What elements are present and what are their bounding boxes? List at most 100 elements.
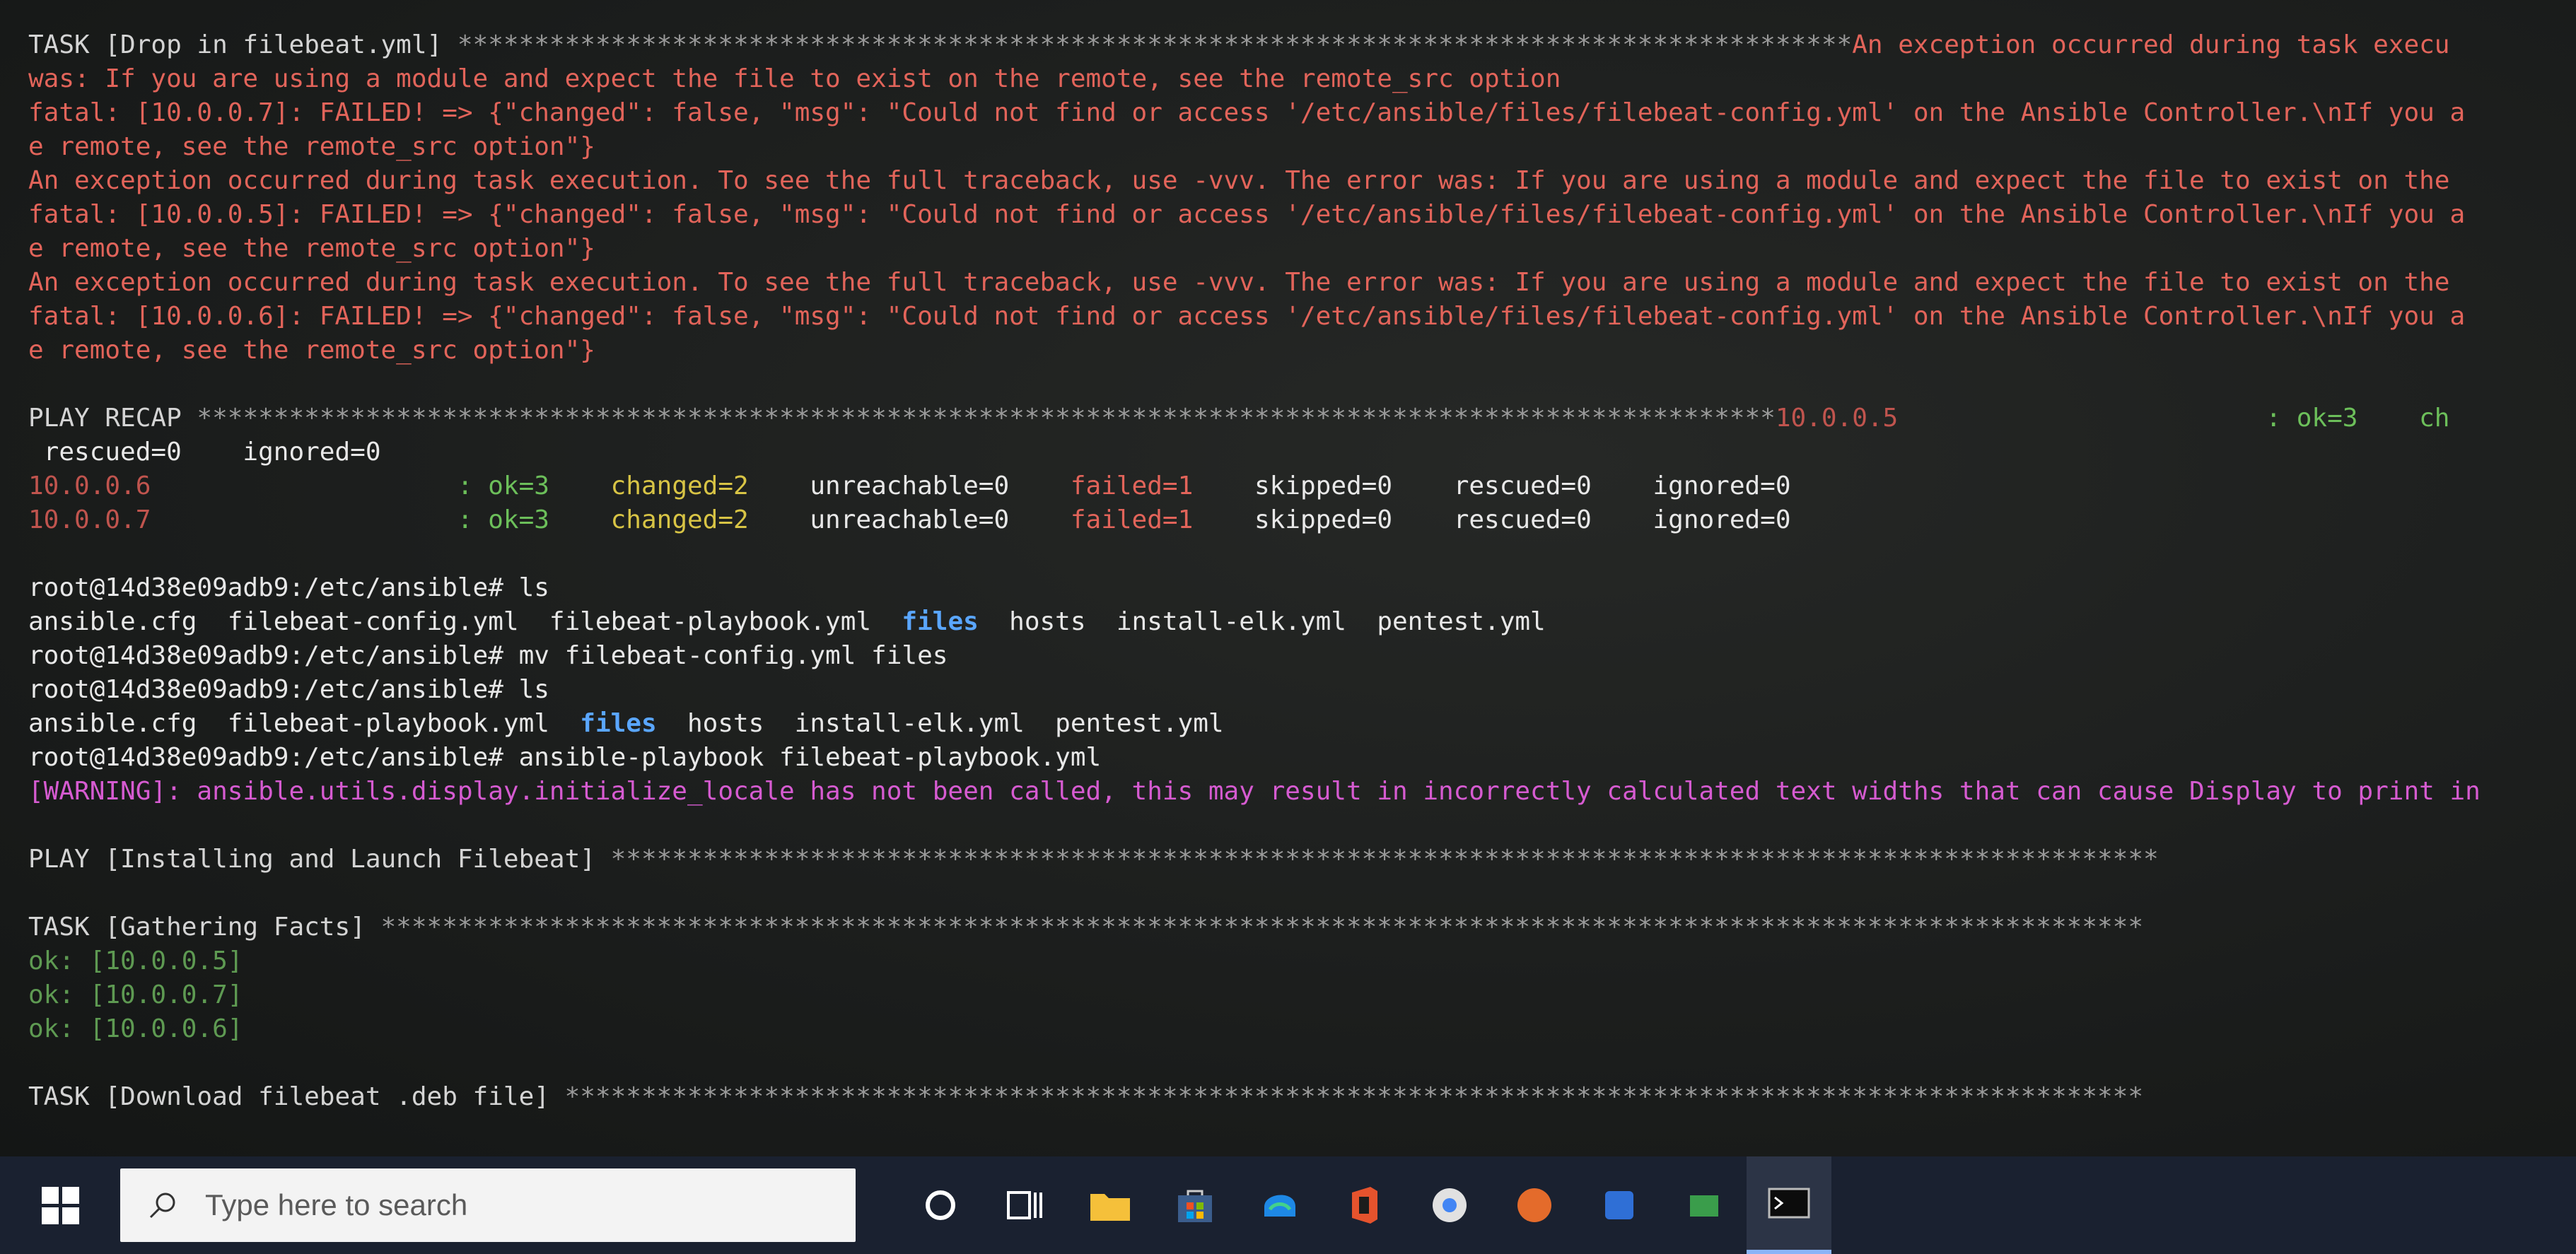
terminal-text: was: If you are using a module and expec… (28, 64, 1561, 93)
terminal-text: failed=1 (1009, 505, 1194, 534)
terminal-line: root@14d38e09adb9:/etc/ansible# mv fileb… (28, 639, 2574, 673)
terminal-text: ok: [10.0.0.5] (28, 947, 243, 975)
terminal-line: rescued=0 ignored=0 (28, 435, 2574, 469)
terminal-text: An exception occurred during task execut… (28, 166, 2450, 195)
terminal-line: was: If you are using a module and expec… (28, 62, 2574, 96)
terminal-text: changed=2 (549, 471, 749, 500)
windows-logo-icon (41, 1186, 79, 1224)
terminal-line: PLAY [Installing and Launch Filebeat] **… (28, 843, 2574, 877)
terminal-text: skipped=0 rescued=0 ignored=0 (1193, 505, 1791, 534)
terminal-text: root@14d38e09adb9:/etc/ansible# ls (28, 675, 549, 704)
terminal-line: TASK [Download filebeat .deb file] *****… (28, 1080, 2574, 1114)
terminal-text: : ok=3 (151, 471, 549, 500)
terminal-text: ****************************************… (564, 1082, 2143, 1111)
terminal-line: TASK [Gathering Facts] *****************… (28, 910, 2574, 944)
terminal-line: ansible.cfg filebeat-config.yml filebeat… (28, 605, 2574, 639)
terminal-line: fatal: [10.0.0.7]: FAILED! => {"changed"… (28, 96, 2574, 130)
terminal-text: e remote, see the remote_src option"} (28, 336, 595, 365)
terminal-window[interactable]: TASK [Drop in filebeat.yml] ************… (0, 0, 2576, 1156)
terminal-text: TASK [Drop in filebeat.yml] (28, 30, 457, 59)
app-icon[interactable] (1577, 1156, 1662, 1254)
start-button[interactable] (0, 1156, 120, 1254)
task-view-icon[interactable] (983, 1156, 1068, 1254)
terminal-text: hosts install-elk.yml pentest.yml (978, 607, 1546, 636)
terminal-line: e remote, see the remote_src option"} (28, 130, 2574, 164)
terminal-line: ansible.cfg filebeat-playbook.yml files … (28, 707, 2574, 741)
terminal-line: ok: [10.0.0.6] (28, 1012, 2574, 1046)
windows-taskbar: Type here to search (0, 1156, 2576, 1254)
file-explorer-icon[interactable] (1068, 1156, 1153, 1254)
terminal-text: hosts install-elk.yml pentest.yml (656, 709, 1224, 738)
terminal-text: fatal: [10.0.0.7]: FAILED! => {"changed"… (28, 98, 2466, 127)
terminal-text: ****************************************… (380, 913, 2144, 942)
terminal-line: ok: [10.0.0.5] (28, 944, 2574, 978)
terminal-text: PLAY RECAP (28, 404, 197, 433)
app-icon[interactable] (1662, 1156, 1747, 1254)
taskbar-pinned-apps (898, 1156, 1831, 1254)
terminal-line: root@14d38e09adb9:/etc/ansible# ls (28, 673, 2574, 707)
terminal-text: unreachable=0 (748, 505, 1010, 534)
terminal-text: [WARNING]: ansible.utils.display.initial… (28, 777, 2481, 806)
terminal-line: An exception occurred during task execut… (28, 164, 2574, 198)
terminal-text: 10.0.0.7 (28, 505, 151, 534)
terminal-line: An exception occurred during task execut… (28, 266, 2574, 300)
terminal-text: fatal: [10.0.0.6]: FAILED! => {"changed"… (28, 302, 2466, 331)
terminal-text: TASK [Download filebeat .deb file] (28, 1082, 565, 1111)
terminal-text: ok: [10.0.0.7] (28, 980, 243, 1009)
terminal-line: root@14d38e09adb9:/etc/ansible# ansible-… (28, 741, 2574, 775)
terminal-line: 10.0.0.7 : ok=3 changed=2 unreachable=0 … (28, 503, 2574, 537)
store-icon[interactable] (1153, 1156, 1237, 1254)
terminal-text: files (580, 709, 657, 738)
terminal-icon[interactable] (1747, 1156, 1831, 1254)
terminal-line: ok: [10.0.0.7] (28, 978, 2574, 1012)
terminal-text: TASK [Gathering Facts] (28, 913, 381, 942)
terminal-line: root@14d38e09adb9:/etc/ansible# ls (28, 571, 2574, 605)
terminal-text: root@14d38e09adb9:/etc/ansible# ansible-… (28, 743, 1102, 772)
chrome-icon[interactable] (1407, 1156, 1492, 1254)
terminal-text: files (902, 607, 979, 636)
search-circle-icon[interactable] (898, 1156, 983, 1254)
terminal-line: e remote, see the remote_src option"} (28, 334, 2574, 368)
terminal-text: 10.0.0.5 (1775, 404, 1899, 433)
office-icon[interactable] (1322, 1156, 1407, 1254)
terminal-text: changed=2 (549, 505, 749, 534)
terminal-text: ****************************************… (197, 404, 1776, 433)
terminal-text: PLAY [Installing and Launch Filebeat] (28, 845, 611, 874)
terminal-text: unreachable=0 (748, 471, 1010, 500)
terminal-text: 10.0.0.6 (28, 471, 151, 500)
terminal-line: PLAY RECAP *****************************… (28, 402, 2574, 435)
taskbar-search-box[interactable]: Type here to search (120, 1168, 856, 1242)
terminal-text: ok: [10.0.0.6] (28, 1014, 243, 1043)
terminal-text: rescued=0 ignored=0 (28, 438, 381, 467)
terminal-text: An exception occurred during task execu (1852, 30, 2450, 59)
terminal-output: TASK [Drop in filebeat.yml] ************… (28, 28, 2574, 1114)
terminal-text: root@14d38e09adb9:/etc/ansible# ls (28, 573, 549, 602)
terminal-text: skipped=0 rescued=0 ignored=0 (1193, 471, 1791, 500)
terminal-text: ansible.cfg filebeat-config.yml filebeat… (28, 607, 902, 636)
terminal-text: An exception occurred during task execut… (28, 268, 2450, 297)
terminal-text: : ok=3 ch (1898, 404, 2450, 433)
terminal-line: TASK [Drop in filebeat.yml] ************… (28, 28, 2574, 62)
terminal-text: e remote, see the remote_src option"} (28, 234, 595, 263)
search-icon (120, 1168, 205, 1242)
terminal-text: ****************************************… (610, 845, 2159, 874)
terminal-text: failed=1 (1009, 471, 1194, 500)
terminal-line: 10.0.0.6 : ok=3 changed=2 unreachable=0 … (28, 469, 2574, 503)
terminal-line: [WARNING]: ansible.utils.display.initial… (28, 775, 2574, 809)
terminal-text: fatal: [10.0.0.5]: FAILED! => {"changed"… (28, 200, 2466, 229)
edge-icon[interactable] (1237, 1156, 1322, 1254)
terminal-line: fatal: [10.0.0.5]: FAILED! => {"changed"… (28, 198, 2574, 232)
terminal-text: e remote, see the remote_src option"} (28, 132, 595, 161)
terminal-text: root@14d38e09adb9:/etc/ansible# mv fileb… (28, 641, 948, 670)
search-placeholder: Type here to search (205, 1188, 468, 1221)
terminal-text: ****************************************… (457, 30, 1853, 59)
terminal-line: e remote, see the remote_src option"} (28, 232, 2574, 266)
app-icon[interactable] (1492, 1156, 1577, 1254)
terminal-line: fatal: [10.0.0.6]: FAILED! => {"changed"… (28, 300, 2574, 334)
terminal-text: ansible.cfg filebeat-playbook.yml (28, 709, 581, 738)
